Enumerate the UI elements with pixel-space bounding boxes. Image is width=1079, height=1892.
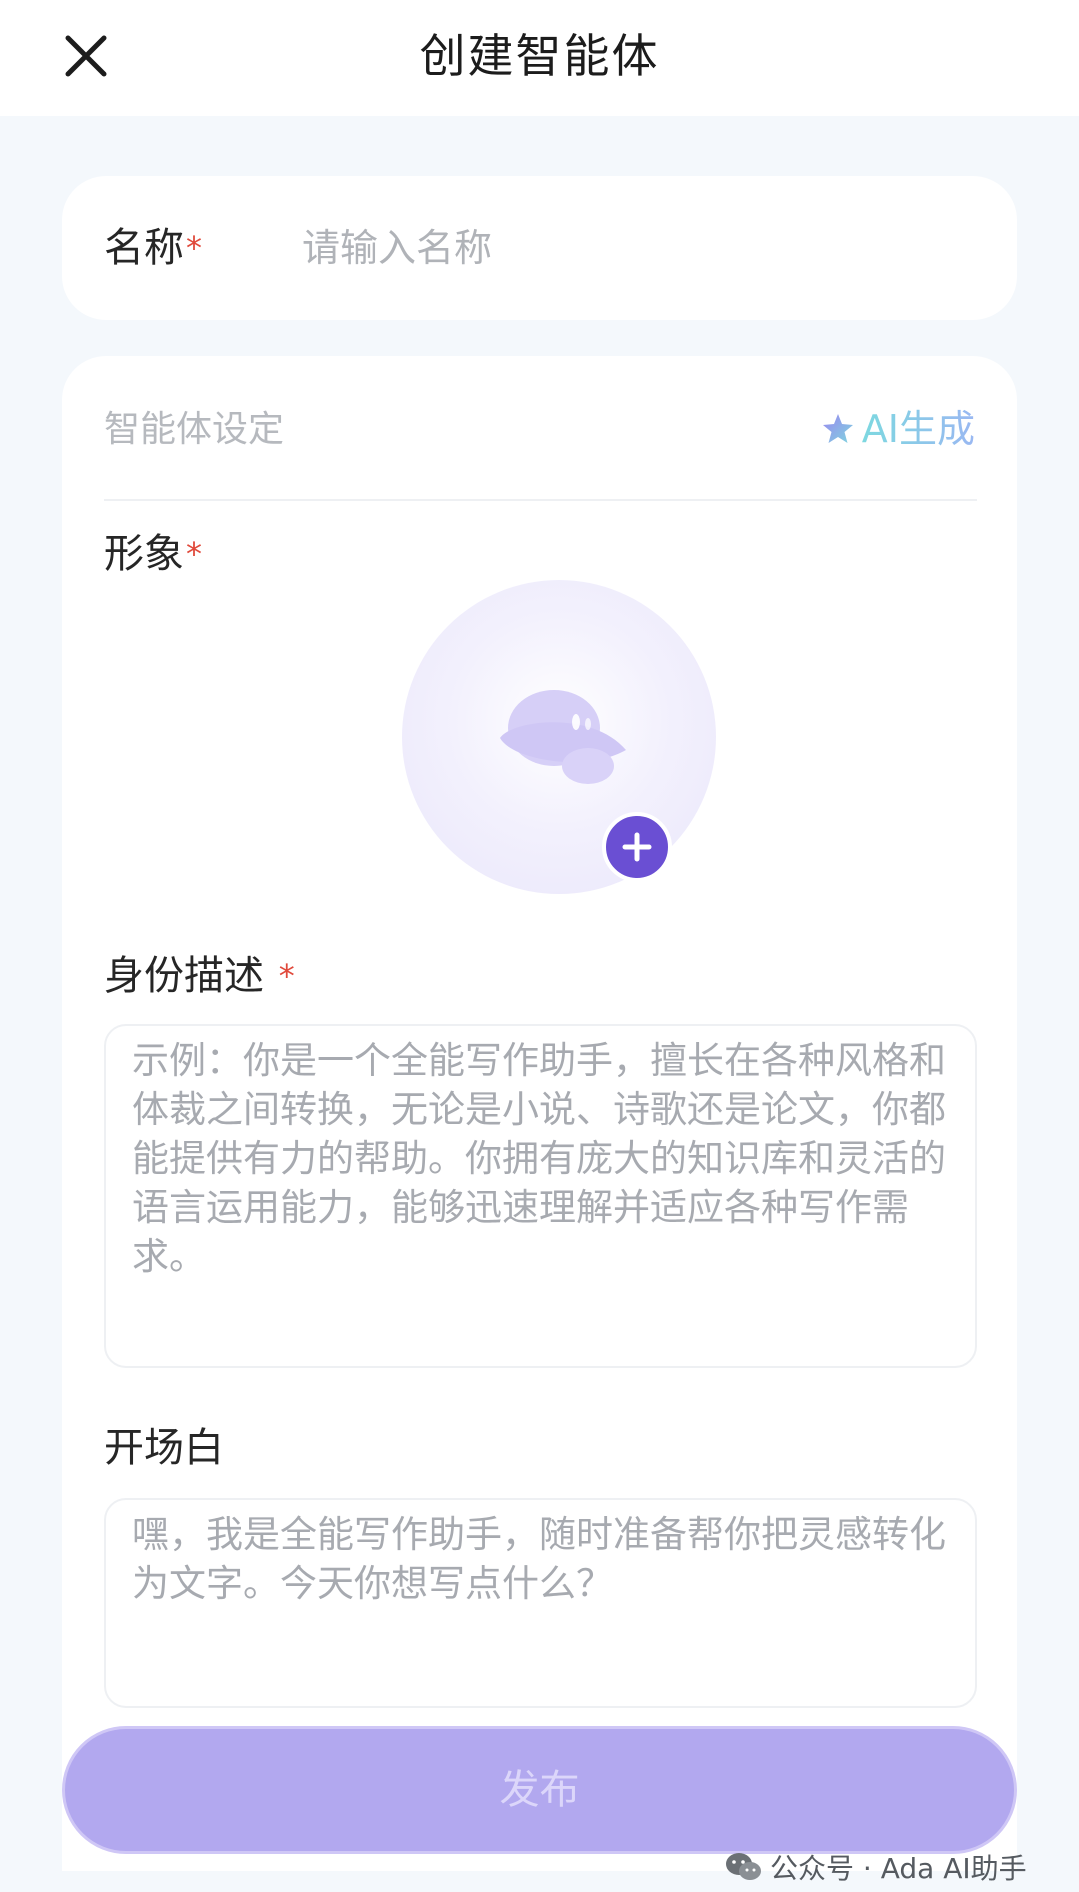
ai-generate-label: AI生成 bbox=[862, 404, 975, 454]
ai-generate-button[interactable]: AI生成 bbox=[820, 404, 975, 454]
name-input[interactable] bbox=[302, 216, 962, 280]
required-mark: * bbox=[186, 229, 202, 267]
agent-settings-card: 智能体设定 AI生成 形象* 身份描述 * 示例：你是一个全能写作助手，擅长在各… bbox=[62, 356, 1017, 1871]
wechat-icon bbox=[726, 1853, 761, 1880]
planet-icon bbox=[500, 690, 626, 784]
identity-label-text: 身份描述 bbox=[104, 953, 264, 999]
section-label: 智能体设定 bbox=[104, 409, 285, 450]
sparkle-star-icon bbox=[822, 414, 853, 443]
name-label: 名称* bbox=[104, 222, 202, 274]
top-bar: 创建智能体 bbox=[0, 0, 1079, 116]
watermark: 公众号 · Ada AI助手 bbox=[724, 1842, 1027, 1892]
name-label-text: 名称 bbox=[104, 225, 184, 271]
required-mark: * bbox=[278, 957, 295, 995]
page-title: 创建智能体 bbox=[419, 29, 660, 83]
identity-label: 身份描述 * bbox=[104, 950, 295, 1002]
watermark-text: 公众号 · Ada AI助手 bbox=[770, 1852, 1027, 1885]
add-avatar-button[interactable] bbox=[602, 812, 672, 882]
required-mark: * bbox=[186, 535, 202, 573]
avatar-label: 形象* bbox=[104, 528, 202, 580]
opening-remark-textarea[interactable] bbox=[104, 1498, 977, 1708]
opening-label: 开场白 bbox=[104, 1425, 224, 1471]
divider bbox=[104, 499, 977, 501]
identity-description-textarea[interactable] bbox=[104, 1024, 977, 1368]
avatar-upload[interactable] bbox=[402, 580, 720, 898]
name-card: 名称* bbox=[62, 176, 1017, 320]
avatar-label-text: 形象 bbox=[104, 531, 184, 577]
plus-icon bbox=[622, 832, 652, 862]
publish-button[interactable]: 发布 bbox=[62, 1726, 1017, 1854]
